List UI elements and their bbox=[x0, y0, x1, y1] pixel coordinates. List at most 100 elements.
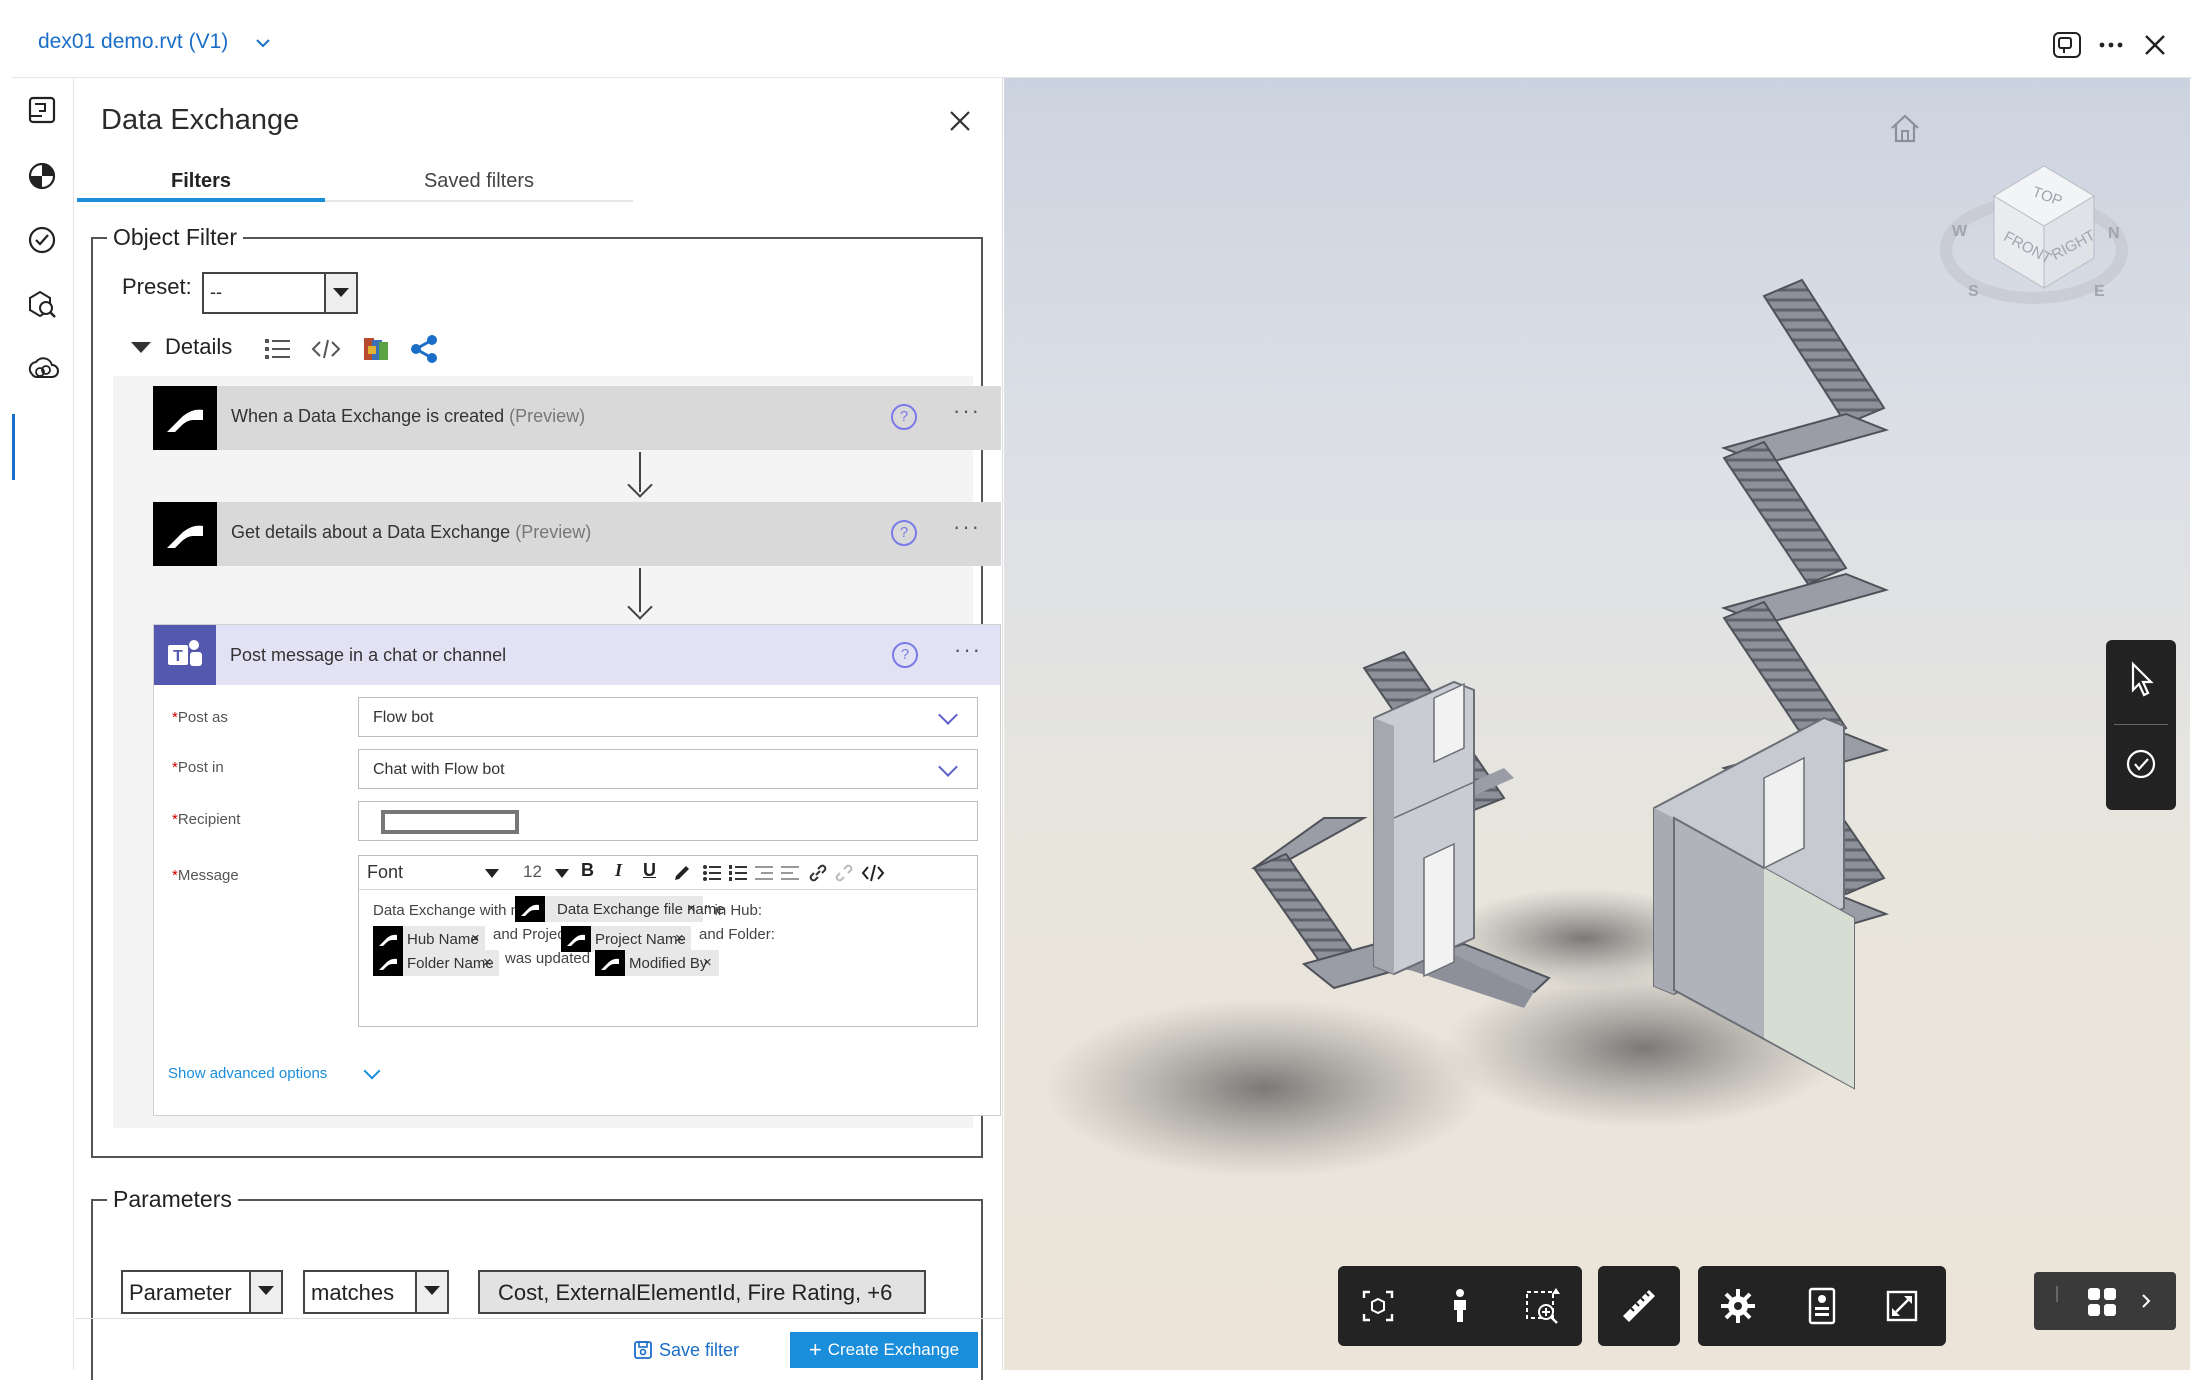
highlight-pen-icon[interactable] bbox=[671, 862, 693, 884]
dropdown-button[interactable] bbox=[415, 1272, 447, 1312]
operator-value: matches bbox=[311, 1280, 395, 1305]
dropdown-button[interactable] bbox=[324, 274, 356, 312]
show-advanced-options[interactable]: Show advanced options bbox=[168, 1065, 327, 1082]
link-icon[interactable] bbox=[807, 862, 829, 884]
close-icon[interactable] bbox=[945, 106, 975, 136]
grid-apps-icon[interactable] bbox=[2086, 1286, 2118, 1318]
italic-icon[interactable]: I bbox=[615, 860, 622, 881]
settings-icon[interactable] bbox=[1718, 1286, 1758, 1326]
chevron-right-icon[interactable] bbox=[2138, 1292, 2154, 1310]
share-icon[interactable] bbox=[407, 332, 441, 366]
sheets-icon[interactable] bbox=[22, 90, 62, 130]
token-folder-name[interactable]: Folder Name × bbox=[373, 950, 499, 976]
font-select[interactable]: Font bbox=[367, 862, 403, 883]
token-remove-icon[interactable]: × bbox=[675, 930, 684, 947]
more-icon[interactable] bbox=[2094, 28, 2128, 62]
autodesk-logo-icon bbox=[561, 926, 591, 952]
parameters-legend: Parameters bbox=[113, 1186, 232, 1212]
object-filter-legend: Object Filter bbox=[113, 224, 237, 250]
parameter-field-value: Parameter bbox=[129, 1280, 232, 1305]
model-browser-icon[interactable] bbox=[22, 156, 62, 196]
navigation-toolbar bbox=[1338, 1266, 1582, 1346]
select-icon[interactable] bbox=[2123, 660, 2159, 700]
post-in-select[interactable]: Chat with Flow bot bbox=[358, 749, 978, 789]
token-modified-by[interactable]: Modified By × bbox=[595, 950, 719, 976]
recipient-redacted bbox=[381, 810, 519, 834]
tab-saved-filters[interactable]: Saved filters bbox=[325, 160, 633, 202]
document-title[interactable]: dex01 demo.rvt (V1) bbox=[38, 30, 228, 54]
data-exchange-icon[interactable] bbox=[22, 348, 62, 388]
fullscreen-icon[interactable] bbox=[1882, 1286, 1922, 1326]
more-icon[interactable]: ··· bbox=[953, 398, 981, 424]
token-label: Hub Name bbox=[407, 931, 479, 948]
token-hub-name[interactable]: Hub Name × bbox=[373, 926, 485, 952]
markup-check-icon[interactable] bbox=[2121, 744, 2161, 784]
panel-tabs: Filters Saved filters bbox=[77, 160, 633, 202]
code-view-icon[interactable] bbox=[861, 862, 885, 884]
token-remove-icon[interactable]: × bbox=[471, 930, 480, 947]
action-card-get-details[interactable]: Get details about a Data Exchange (Previ… bbox=[153, 502, 1001, 566]
apps-grid-button[interactable] bbox=[2034, 1272, 2176, 1330]
dropdown-button[interactable] bbox=[249, 1272, 281, 1312]
parameter-field-select[interactable]: Parameter bbox=[121, 1270, 283, 1314]
token-remove-icon[interactable]: × bbox=[483, 954, 492, 971]
outdent-icon[interactable] bbox=[779, 862, 801, 884]
issues-icon[interactable] bbox=[22, 220, 62, 260]
token-exchange-name[interactable]: Data Exchange file name × bbox=[515, 896, 725, 922]
post-message-title: Post message in a chat or channel bbox=[230, 645, 507, 665]
help-icon[interactable]: ? bbox=[891, 404, 917, 430]
token-project-name[interactable]: Project Name × bbox=[561, 926, 691, 952]
3d-viewer[interactable]: TOP FRONT RIGHT N W S E bbox=[1004, 78, 2190, 1370]
preset-select[interactable]: -- bbox=[202, 272, 358, 314]
first-person-icon[interactable] bbox=[1440, 1286, 1480, 1326]
message-editor[interactable]: Font 12 B I U Data Exchange with name " … bbox=[358, 855, 978, 1027]
underline-icon[interactable]: U bbox=[643, 860, 656, 881]
chevron-down-icon[interactable] bbox=[252, 32, 274, 54]
properties-icon[interactable] bbox=[1802, 1286, 1842, 1326]
post-message-header[interactable]: T Post message in a chat or channel ? ··… bbox=[154, 625, 1000, 685]
more-icon[interactable]: ··· bbox=[954, 637, 982, 663]
parameter-values-field[interactable]: Cost, ExternalElementId, Fire Rating, +6 bbox=[478, 1270, 926, 1314]
tab-filters[interactable]: Filters bbox=[77, 160, 325, 202]
list-icon[interactable] bbox=[261, 332, 295, 366]
viewcube[interactable]: TOP FRONT RIGHT N W S E bbox=[1934, 138, 2134, 318]
token-remove-icon[interactable]: × bbox=[703, 954, 712, 971]
font-size-select[interactable]: 12 bbox=[523, 862, 542, 882]
action-preview: (Preview) bbox=[515, 522, 592, 542]
autodesk-logo-icon bbox=[373, 926, 403, 952]
trigger-card[interactable]: When a Data Exchange is created (Preview… bbox=[153, 386, 1001, 450]
help-icon[interactable]: ? bbox=[892, 642, 918, 668]
svg-text:T: T bbox=[173, 648, 183, 665]
color-palette-icon[interactable] bbox=[359, 332, 393, 366]
close-icon[interactable] bbox=[2138, 28, 2172, 62]
indent-icon[interactable] bbox=[753, 862, 775, 884]
numbered-list-icon[interactable] bbox=[727, 862, 749, 884]
trigger-title-text: When a Data Exchange is created bbox=[231, 406, 505, 426]
create-exchange-button[interactable]: + Create Exchange bbox=[790, 1332, 978, 1368]
operator-select[interactable]: matches bbox=[303, 1270, 449, 1314]
trigger-title: When a Data Exchange is created (Preview… bbox=[231, 406, 585, 427]
token-remove-icon[interactable]: × bbox=[687, 900, 696, 917]
help-icon[interactable]: ? bbox=[891, 520, 917, 546]
code-icon[interactable] bbox=[309, 332, 343, 366]
zoom-window-icon[interactable] bbox=[1522, 1286, 1562, 1326]
recipient-field[interactable] bbox=[358, 801, 978, 841]
bold-icon[interactable]: B bbox=[581, 860, 594, 881]
unlink-icon[interactable] bbox=[833, 862, 855, 884]
caret-down-icon bbox=[424, 1286, 440, 1295]
chevron-left-icon[interactable] bbox=[2056, 1286, 2066, 1302]
search-3d-icon[interactable] bbox=[22, 284, 62, 324]
recipient-label: *Recipient bbox=[172, 811, 240, 828]
home-icon[interactable] bbox=[1884, 108, 1926, 150]
more-icon[interactable]: ··· bbox=[953, 514, 981, 540]
chevron-down-icon bbox=[363, 1062, 381, 1080]
save-filter-button[interactable]: Save filter bbox=[633, 1340, 739, 1361]
caret-down-icon bbox=[131, 342, 151, 353]
post-as-select[interactable]: Flow bot bbox=[358, 697, 978, 737]
fit-to-view-icon[interactable] bbox=[1358, 1286, 1398, 1326]
measure-icon[interactable] bbox=[1619, 1286, 1659, 1326]
bullet-list-icon[interactable] bbox=[701, 862, 723, 884]
autodesk-logo-icon bbox=[515, 896, 545, 922]
compare-icon[interactable] bbox=[2050, 28, 2084, 62]
token-label: Folder Name bbox=[407, 955, 494, 972]
